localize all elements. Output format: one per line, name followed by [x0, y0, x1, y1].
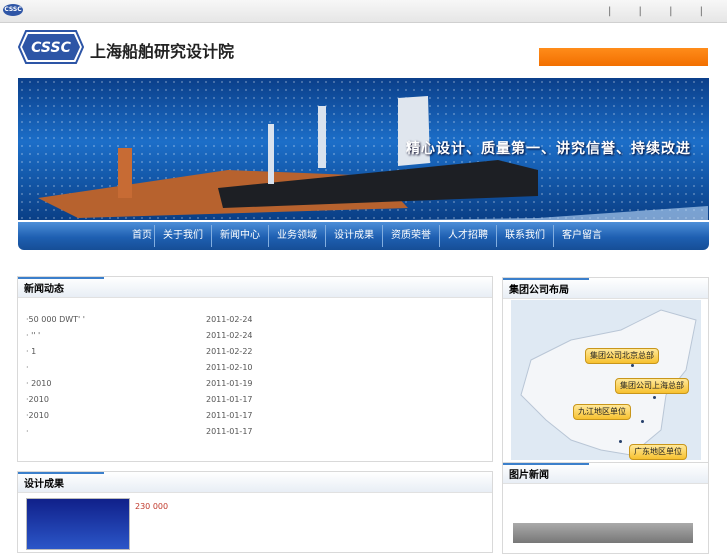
news-panel: 新闻动态 ·50 000 DWT' ' 2011-02-24 · '' ' 20… [17, 276, 493, 462]
news-date: 2011-01-17 [206, 411, 253, 420]
news-date: 2011-02-24 [206, 315, 253, 324]
news-title: 新闻动态 [24, 284, 64, 295]
map-marker [631, 364, 634, 367]
photo-title: 图片新闻 [509, 470, 549, 481]
nav-item-honors[interactable]: 资质荣誉 [383, 222, 439, 250]
nav-item-about[interactable]: 关于我们 [155, 222, 211, 250]
banner-image: 精心设计、质量第一、讲究信誉、持续改进 [18, 78, 709, 220]
products-panel: 设计成果 230 000 [17, 471, 493, 553]
news-date: 2011-01-17 [206, 395, 253, 404]
orange-decor-bar [539, 48, 708, 66]
photo-panel: 图片新闻 [502, 462, 709, 554]
news-item[interactable]: ·50 000 DWT' ' [26, 315, 85, 324]
map-label-jiujiang[interactable]: 九江地区单位 [573, 404, 631, 420]
news-date: 2011-01-17 [206, 427, 253, 436]
news-item[interactable]: ·2010 [26, 395, 49, 404]
news-item[interactable]: · [26, 427, 29, 436]
map-title: 集团公司布局 [509, 285, 569, 296]
nav-item-business[interactable]: 业务领域 [269, 222, 325, 250]
news-item[interactable]: · [26, 363, 29, 372]
map-marker [653, 396, 656, 399]
photo-thumbnail[interactable] [513, 523, 693, 543]
map-marker [641, 420, 644, 423]
nav-item-feedback[interactable]: 客户留言 [554, 222, 610, 250]
map-marker [619, 440, 622, 443]
news-item[interactable]: · '' ' [26, 331, 40, 340]
svg-text:CSSC: CSSC [31, 40, 71, 56]
news-item[interactable]: · 1 [26, 347, 36, 356]
top-links-separators: | | | | [607, 6, 715, 17]
map-panel: 集团公司布局 集团公司北京总部 集团公司上海总部 九江地区单位 广东地区单位 [502, 277, 709, 463]
cssc-logo[interactable]: CSSC [18, 30, 84, 64]
top-bar: CSSC | | | | [0, 0, 727, 23]
map-label-beijing[interactable]: 集团公司北京总部 [585, 348, 659, 364]
products-title: 设计成果 [24, 479, 64, 490]
cssc-small-logo[interactable]: CSSC [3, 4, 23, 16]
news-date: 2011-01-19 [206, 379, 253, 388]
nav-item-home[interactable]: 首页 [130, 222, 154, 250]
nav-item-news[interactable]: 新闻中心 [212, 222, 268, 250]
news-item[interactable]: ·2010 [26, 411, 49, 420]
news-date: 2011-02-10 [206, 363, 253, 372]
product-text[interactable]: 230 000 [135, 502, 168, 511]
map-label-guangdong[interactable]: 广东地区单位 [629, 444, 687, 460]
nav-item-results[interactable]: 设计成果 [326, 222, 382, 250]
banner-slogan: 精心设计、质量第一、讲究信誉、持续改进 [406, 141, 691, 157]
news-item[interactable]: · 2010 [26, 379, 51, 388]
news-date: 2011-02-24 [206, 331, 253, 340]
site-name: 上海船舶研究设计院 [90, 42, 235, 61]
news-date: 2011-02-22 [206, 347, 253, 356]
main-nav: 首页 关于我们 新闻中心 业务领域 设计成果 资质荣誉 人才招聘 联系我们 客户… [18, 222, 709, 250]
china-map[interactable]: 集团公司北京总部 集团公司上海总部 九江地区单位 广东地区单位 [511, 300, 701, 460]
product-image[interactable] [26, 498, 130, 550]
map-label-shanghai[interactable]: 集团公司上海总部 [615, 378, 689, 394]
nav-item-careers[interactable]: 人才招聘 [440, 222, 496, 250]
nav-item-contact[interactable]: 联系我们 [497, 222, 553, 250]
